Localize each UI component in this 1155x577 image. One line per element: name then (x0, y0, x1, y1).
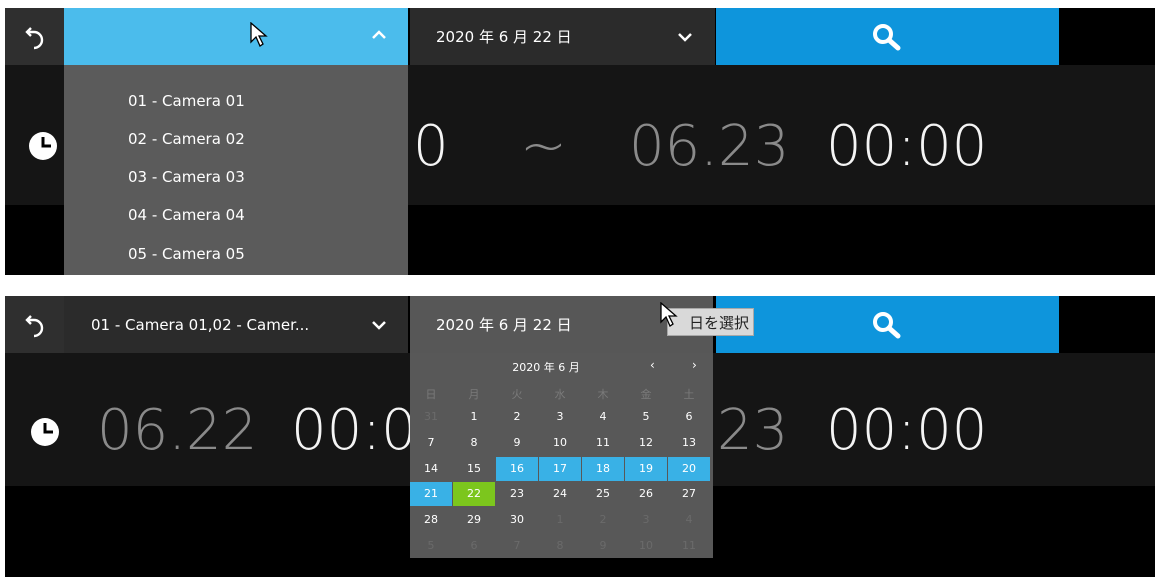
back-icon (24, 26, 43, 49)
calendar-day-other-month: 10 (639, 539, 653, 552)
calendar-day-other-month: 11 (682, 539, 696, 552)
calendar-day-other-month: 3 (642, 513, 650, 527)
date-label: 2020 年 6 月 22 日 (436, 28, 572, 46)
date-label: 2020 年 6 月 22 日 (436, 316, 572, 334)
next-month-icon[interactable]: › (692, 358, 697, 372)
weekday-header: 火 (511, 388, 523, 401)
camera-select[interactable] (64, 8, 408, 65)
search-icon (872, 23, 900, 50)
calendar-day-other-month: 9 (599, 539, 607, 552)
clock-icon (29, 132, 57, 160)
back-button[interactable] (5, 296, 64, 353)
mouse-cursor-icon (250, 22, 268, 47)
prev-month-icon[interactable]: ‹ (650, 358, 655, 372)
calendar-day[interactable]: 24 (539, 482, 581, 506)
calendar-day[interactable]: 13 (668, 431, 710, 455)
calendar-day[interactable]: 22 (453, 482, 495, 507)
calendar-day[interactable]: 2 (496, 405, 538, 429)
calendar-day[interactable]: 12 (625, 431, 667, 455)
calendar-day[interactable]: 1 (453, 405, 495, 429)
weekday-header: 木 (597, 388, 609, 401)
calendar-day-other-month: 31 (424, 410, 438, 423)
calendar-day[interactable]: 8 (453, 431, 495, 455)
weekday-header: 月 (468, 388, 480, 401)
calendar-day[interactable]: 17 (539, 456, 581, 481)
calendar-day-other-month: 6 (470, 539, 478, 552)
end-date: 06.23 (629, 114, 790, 179)
mouse-cursor-icon (660, 302, 678, 327)
time-range-separator: ~ (520, 114, 567, 179)
calendar-day[interactable]: 28 (410, 508, 452, 532)
calendar-day[interactable]: 19 (625, 456, 667, 481)
calendar-day-other-month: 2 (599, 513, 607, 527)
search-button[interactable] (716, 296, 1059, 353)
calendar-day[interactable]: 30 (496, 508, 538, 532)
start-time-fragment: 00:0 (291, 398, 417, 463)
end-date-fragment: 23 (717, 398, 789, 463)
camera-select[interactable]: 01 - Camera 01,02 - Camer... (64, 296, 408, 353)
calendar-day[interactable]: 3 (539, 405, 581, 429)
weekday-header: 水 (554, 388, 566, 401)
chevron-down-icon (678, 33, 692, 42)
weekday-header: 土 (683, 388, 695, 401)
calendar-day[interactable]: 15 (453, 457, 495, 481)
clock-icon (31, 418, 59, 446)
calendar-day[interactable]: 9 (496, 431, 538, 455)
end-time: 00:00 (826, 114, 988, 179)
camera-option[interactable]: 05 - Camera 05 (128, 245, 245, 263)
camera-dropdown-list: 01 - Camera 01 02 - Camera 02 03 - Camer… (64, 65, 408, 275)
calendar-day[interactable]: 16 (496, 456, 538, 481)
calendar-day[interactable]: 11 (582, 431, 624, 455)
calendar-month-title: 2020 年 6 月 (512, 361, 580, 374)
camera-option[interactable]: 02 - Camera 02 (128, 130, 245, 148)
calendar-day[interactable]: 18 (582, 456, 624, 481)
search-button[interactable] (716, 8, 1059, 65)
end-time: 00:00 (826, 398, 988, 463)
calendar-day[interactable]: 21 (410, 482, 452, 507)
calendar-day-other-month: 4 (685, 513, 693, 527)
calendar-day-other-month: 7 (513, 539, 521, 552)
calendar-day[interactable]: 7 (410, 431, 452, 455)
camera-option[interactable]: 03 - Camera 03 (128, 168, 245, 186)
calendar-day-other-month: 1 (556, 513, 564, 527)
calendar-day[interactable]: 20 (668, 456, 710, 481)
tooltip-text: 日を選択 (688, 313, 749, 332)
weekday-header: 日 (425, 388, 437, 401)
calendar-day[interactable]: 27 (668, 482, 710, 506)
calendar-day[interactable]: 5 (625, 405, 667, 429)
camera-option[interactable]: 04 - Camera 04 (128, 206, 245, 224)
calendar-day[interactable]: 26 (625, 482, 667, 506)
date-picker-calendar: 2020 年 6 月 ‹ › 日月火水木金土 31 1 2 3 4 5 6 7 8 9 10 11 12 1… (410, 353, 713, 558)
calendar-day[interactable]: 23 (496, 482, 538, 506)
start-date: 06.22 (97, 398, 258, 463)
chevron-up-icon (372, 30, 386, 39)
weekday-header: 金 (640, 388, 652, 401)
calendar-day[interactable]: 4 (582, 405, 624, 429)
calendar-day[interactable]: 29 (453, 508, 495, 532)
calendar-day-other-month: 5 (427, 539, 435, 552)
chevron-down-icon (372, 321, 386, 330)
back-button[interactable] (5, 8, 64, 65)
panel-date-picker-open: 01 - Camera 01,02 - Camer... 2020 年 6 月 … (5, 296, 1155, 577)
calendar-day[interactable]: 6 (668, 405, 710, 429)
search-icon (872, 311, 900, 338)
back-icon (24, 314, 43, 337)
calendar-day[interactable]: 25 (582, 482, 624, 506)
date-select[interactable]: 2020 年 6 月 22 日 (410, 8, 715, 65)
calendar-day-other-month: 8 (556, 539, 564, 552)
calendar-day[interactable]: 10 (539, 431, 581, 455)
tooltip: 日を選択 (667, 308, 754, 336)
panel-camera-dropdown-open: 2020 年 6 月 22 日 0 ~ 06.23 00:00 01 - Cam… (5, 8, 1155, 275)
camera-option[interactable]: 01 - Camera 01 (128, 92, 245, 110)
start-time-fragment: 0 (413, 114, 449, 179)
camera-select-label: 01 - Camera 01,02 - Camer... (91, 315, 310, 334)
calendar-day[interactable]: 14 (410, 457, 452, 481)
